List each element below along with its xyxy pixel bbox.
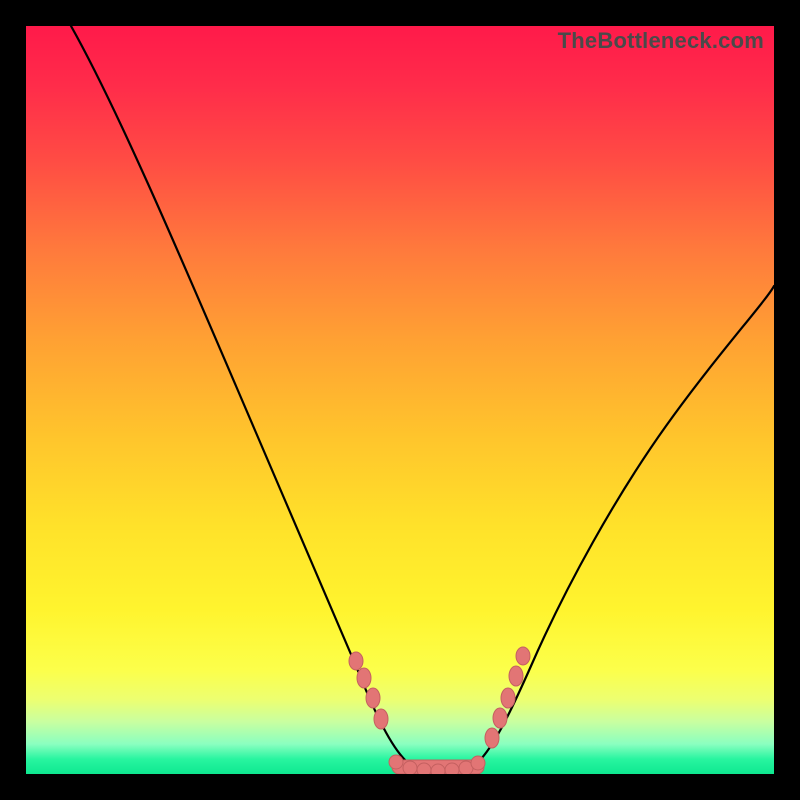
chart-frame: TheBottleneck.com bbox=[0, 0, 800, 800]
right-marker-cluster bbox=[485, 647, 530, 748]
left-marker-cluster bbox=[349, 652, 388, 729]
plot-area: TheBottleneck.com bbox=[26, 26, 774, 774]
bottleneck-curve bbox=[71, 26, 774, 772]
chart-svg bbox=[26, 26, 774, 774]
